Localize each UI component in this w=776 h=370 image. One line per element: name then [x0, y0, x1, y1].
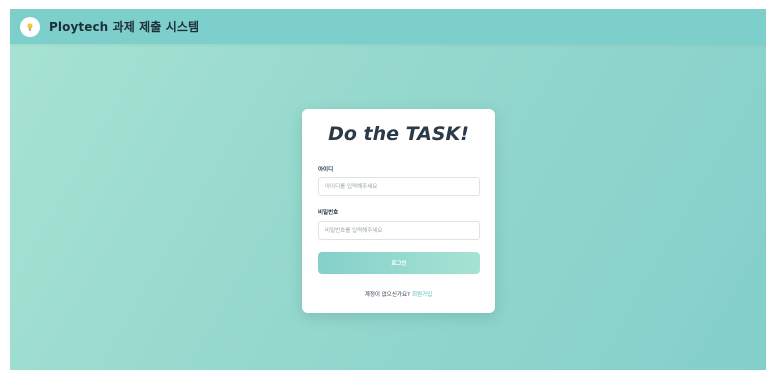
id-label: 아이디: [318, 167, 334, 173]
login-button[interactable]: 로그인: [318, 252, 480, 274]
password-input[interactable]: [318, 221, 480, 240]
password-label: 비밀번호: [318, 210, 339, 216]
login-heading: Do the TASK!: [328, 123, 469, 145]
app-title[interactable]: Ploytech 과제 제출 시스템: [49, 18, 199, 35]
signup-row: 계정이 없으신가요? 회원가입: [302, 290, 495, 298]
top-header: Ploytech 과제 제출 시스템: [10, 9, 766, 44]
app-window: Ploytech 과제 제출 시스템 Do the TASK! 아이디 비밀번호…: [10, 9, 766, 370]
login-card: Do the TASK! 아이디 비밀번호 로그인 계정이 없으신가요?회원가입: [302, 109, 495, 313]
signup-prompt: 계정이 없으신가요?: [364, 292, 410, 298]
id-input[interactable]: [318, 177, 480, 196]
signup-link[interactable]: 회원가입: [412, 292, 432, 298]
lightbulb-icon: [25, 22, 35, 32]
logo[interactable]: [20, 16, 40, 37]
